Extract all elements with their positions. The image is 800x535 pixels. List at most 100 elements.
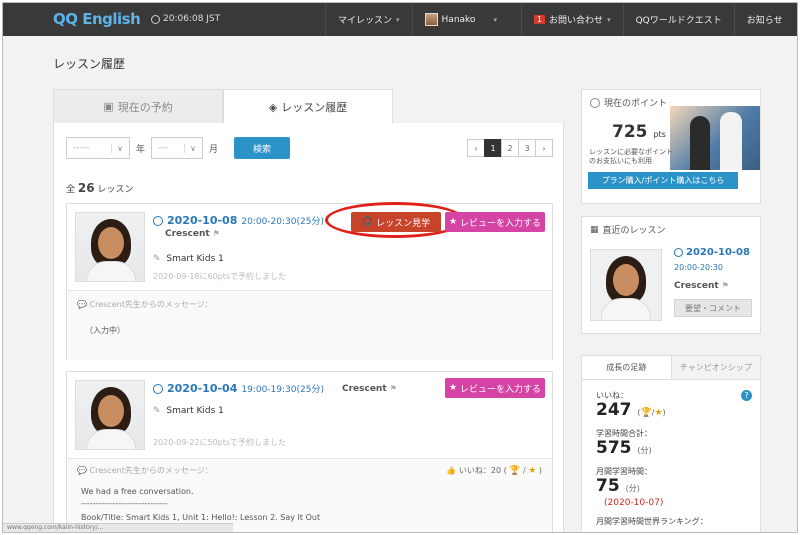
chevron-down-icon: ▾: [396, 15, 400, 24]
monthly-time-number: 75: [596, 476, 620, 496]
points-unit: pts: [653, 130, 666, 139]
teacher-photo[interactable]: [590, 249, 662, 321]
teacher-name[interactable]: Crescent ⚑: [674, 281, 729, 291]
teacher-name[interactable]: Crescent ⚑: [165, 229, 220, 239]
course-name-text: Smart Kids 1: [166, 406, 224, 416]
tab-championship[interactable]: チャンピオンシップ: [670, 356, 760, 380]
highlight-circle: [325, 202, 465, 238]
tab-lesson-history[interactable]: ◈ レッスン履歴: [223, 89, 393, 124]
growth-box: 成長の足跡 チャンピオンシップ ? いいね： 247 (🏆/★) 学習時間合計：…: [581, 355, 761, 532]
teacher-name[interactable]: Crescent ⚑: [342, 384, 397, 394]
lesson-date-text: 2020-10-08: [167, 214, 238, 227]
lesson-total: 全 26 レッスン: [66, 181, 133, 195]
lesson-card: 2020-10-08 20:00-20:30(25分) Crescent ⚑ ✎…: [66, 202, 553, 360]
recent-lesson-date-text: 2020-10-08: [686, 247, 750, 258]
course-name-text: Smart Kids 1: [166, 254, 224, 264]
teacher-photo[interactable]: [75, 212, 145, 282]
clock-text: 20:06:08 JST: [163, 14, 221, 24]
study-time-unit: (分): [637, 446, 652, 455]
browser-status-bar: www.qqeng.com/kaiin-history/...: [3, 523, 233, 532]
review-button[interactable]: ★ レビューを入力する: [445, 212, 545, 232]
nav-inquiry-label: お問い合わせ: [549, 16, 604, 26]
nav-world-quest-label: QQワールドクエスト: [635, 16, 722, 26]
message-line: ------------------------------: [81, 499, 168, 508]
qq-english-logo[interactable]: QQ English: [53, 10, 141, 28]
search-button[interactable]: 検索: [234, 137, 291, 159]
booking-info: 2020-09-18に60ptsで予約しました: [153, 272, 287, 281]
star-icon: ★: [448, 217, 458, 227]
message-label: 💬 Crescent先生からのメッセージ：: [77, 299, 213, 310]
monthly-time-unit: (分): [625, 484, 640, 493]
clock-icon: [674, 248, 683, 257]
message-line: Book/Title: Smart Kids 1, Unit 1: Hello!…: [81, 513, 321, 522]
clock-icon: [151, 14, 160, 24]
next-page-button[interactable]: ›: [535, 139, 553, 157]
pagination: ‹ 1 2 3 ›: [467, 139, 553, 157]
prev-page-button[interactable]: ‹: [467, 139, 485, 157]
review-button-label: レビューを入力する: [460, 218, 542, 229]
likes-text: いいね：20 (: [458, 466, 507, 475]
teacher-message-area: 💬 Crescent先生からのメッセージ： 👍 いいね：20 ( 🏆 / ★ )…: [67, 458, 552, 532]
recent-lesson-box: ▦ 直近のレッスン 2020-10-08 20:00-20:30 Crescen…: [581, 216, 761, 334]
chevron-down-icon: ∨: [111, 143, 123, 153]
ranking-label: 月間学習時間世界ランキング：: [596, 517, 708, 526]
recent-lesson-header: ▦ 直近のレッスン: [582, 217, 760, 242]
star-icon: ★: [448, 383, 458, 393]
lesson-date-text: 2020-10-04: [167, 382, 238, 395]
lesson-date: 2020-10-08 20:00-20:30(25分): [153, 214, 324, 227]
tab-lesson-history-label: レッスン履歴: [281, 101, 348, 114]
star-icon: ★: [654, 408, 663, 418]
buy-plan-button[interactable]: プラン購入/ポイント購入はこちら: [588, 172, 738, 189]
promo-image: [670, 106, 760, 170]
likes-number: 247: [596, 400, 632, 420]
request-comment-button[interactable]: 要望・コメント: [674, 299, 752, 317]
message-line: We had a free conversation.: [81, 487, 194, 496]
points-value: 725 pts: [612, 122, 666, 142]
page-1-button[interactable]: 1: [484, 139, 502, 157]
chevron-down-icon: ▾: [607, 15, 611, 24]
points-number: 725: [612, 122, 648, 142]
total-count: 26: [77, 181, 95, 195]
points-header-text: 現在のポイント: [604, 99, 668, 109]
nav-news[interactable]: お知らせ: [733, 3, 795, 36]
lesson-time: 19:00-19:30(25分): [241, 385, 324, 395]
year-select[interactable]: ----- ∨: [66, 137, 130, 159]
thumbs-up-icon: 👍: [446, 466, 457, 475]
page-2-button[interactable]: 2: [501, 139, 519, 157]
top-navigation-bar: QQ English 20:06:08 JST マイレッスン ▾ Hanako …: [3, 3, 797, 36]
month-select[interactable]: --- ∨: [151, 137, 204, 159]
tab-current-reservations[interactable]: ▣ 現在の予約: [53, 89, 223, 124]
chevron-down-icon: ▾: [493, 15, 497, 24]
message-label-text: Crescent先生からのメッセージ：: [89, 466, 213, 475]
lesson-card: 2020-10-04 19:00-19:30(25分) Crescent ⚑ ✎…: [66, 371, 553, 532]
browser-viewport: QQ English 20:06:08 JST マイレッスン ▾ Hanako …: [2, 2, 798, 533]
lesson-tabs: ▣ 現在の予約 ◈ レッスン履歴: [53, 89, 564, 124]
tab-growth[interactable]: 成長の足跡: [582, 356, 671, 380]
likes-value: 247 (🏆/★): [596, 400, 666, 420]
nav-user-menu[interactable]: Hanako ▾: [411, 3, 521, 36]
teacher-photo[interactable]: [75, 380, 145, 450]
total-prefix: 全: [66, 185, 76, 195]
teacher-name-text: Crescent: [341, 383, 387, 394]
nav-inquiry[interactable]: 1 お問い合わせ ▾: [520, 3, 623, 36]
nav-menu: マイレッスン ▾ Hanako ▾ 1 お問い合わせ ▾ QQワールドクエスト …: [325, 3, 795, 36]
nav-world-quest[interactable]: QQワールドクエスト: [622, 3, 734, 36]
review-button[interactable]: ★ レビューを入力する: [445, 378, 545, 398]
points-box: 現在のポイント 725 pts レッスンに必要なポイント のお支払いにも利用 プ…: [581, 89, 761, 204]
growth-tabs: 成長の足跡 チャンピオンシップ: [582, 356, 760, 380]
study-time-number: 575: [596, 438, 632, 458]
year-select-value: -----: [73, 143, 90, 153]
promo-text: レッスンに必要なポイント のお支払いにも利用: [589, 148, 673, 166]
booking-info: 2020-09-22に50ptsで予約しました: [153, 438, 287, 447]
help-icon[interactable]: ?: [741, 390, 752, 401]
lesson-date: 2020-10-04 19:00-19:30(25分) Crescent ⚑: [153, 382, 397, 395]
likes-count: 👍 いいね：20 ( 🏆 / ★ ): [446, 466, 542, 476]
nav-my-lesson[interactable]: マイレッスン ▾: [325, 3, 412, 36]
study-time-value: 575 (分): [596, 438, 652, 458]
page-3-button[interactable]: 3: [518, 139, 536, 157]
course-name: ✎ Smart Kids 1: [153, 254, 224, 264]
course-name: ✎ Smart Kids 1: [153, 406, 224, 416]
lesson-history-panel: ----- ∨ 年 --- ∨ 月 検索 ‹ 1 2 3 › 全 26 レッスン: [53, 123, 564, 532]
bookmark-icon: ⚑: [721, 281, 729, 290]
month-label: 月: [209, 144, 219, 155]
